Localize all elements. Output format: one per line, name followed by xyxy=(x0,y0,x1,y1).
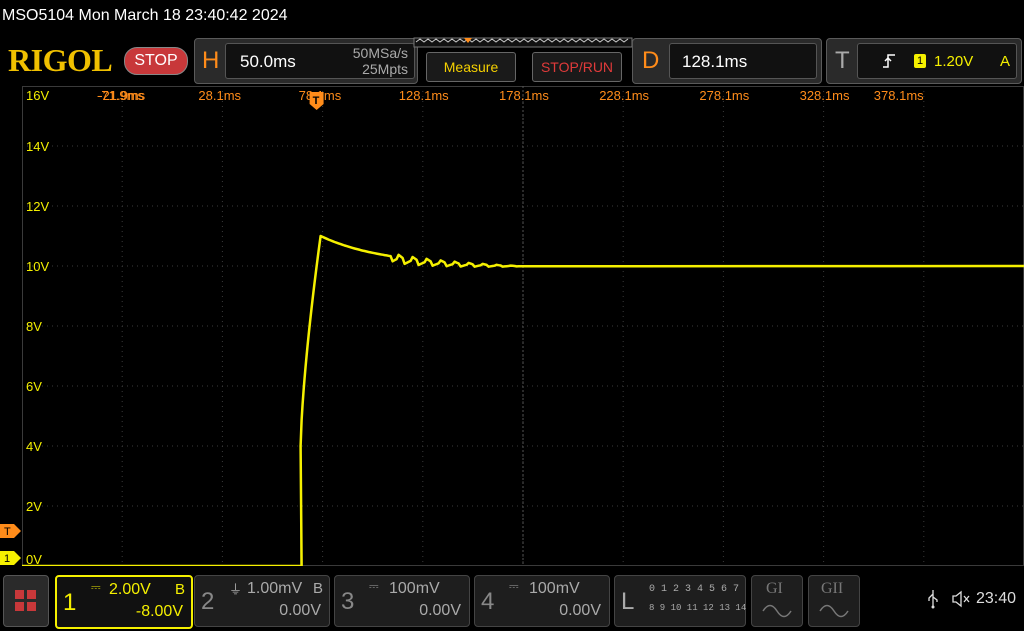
voltage-tick-label: 0V xyxy=(26,552,42,566)
voltage-tick-label: 2V xyxy=(26,499,42,514)
dc-coupling-icon: ⎓ xyxy=(509,579,519,593)
channel-3-number: 3 xyxy=(341,588,355,615)
stop-run-label: STOP/RUN xyxy=(540,59,614,75)
logic-bits-row-2: 8 9 10 11 12 13 14 15 xyxy=(649,603,763,613)
svg-text:T: T xyxy=(313,95,320,107)
generator-1-button[interactable]: GI xyxy=(751,575,803,627)
channel-3-offset: 0.00V xyxy=(419,602,461,619)
trigger-source-icon: 1 xyxy=(914,54,926,68)
channel-1-box[interactable]: 1 ⎓ 2.00V B -8.00V xyxy=(55,575,193,629)
channel-2-scale: 1.00mV xyxy=(247,580,303,597)
channel-3-scale: 100mV xyxy=(389,580,440,597)
clock-time: 23:40 xyxy=(976,590,1017,607)
time-tick-label: 178.1ms xyxy=(499,88,549,103)
time-tick-label: 278.1ms xyxy=(699,88,749,103)
channel-2-bandwidth: B xyxy=(312,580,323,597)
time-tick-label: 228.1ms xyxy=(599,88,649,103)
channel-4-box[interactable]: 4 ⎓ 100mV 0.00V xyxy=(474,575,610,627)
logic-analyzer-box[interactable]: L 0 1 2 3 4 5 6 7 8 9 10 11 12 13 14 15 xyxy=(614,575,762,627)
channel-1-scale: 2.00V xyxy=(109,581,151,598)
sine-wave-icon xyxy=(762,604,792,618)
voltage-tick-label: 4V xyxy=(26,439,42,454)
horizontal-letter: H xyxy=(202,47,220,74)
stop-run-button[interactable]: STOP/RUN xyxy=(532,52,622,82)
generator-2-button[interactable]: GII xyxy=(808,575,860,627)
timebase-value: 50.0ms xyxy=(240,52,296,71)
speaker-muted-icon[interactable] xyxy=(951,590,971,608)
waveform-graticule[interactable]: -71.9ms-21.9ms28.1ms78.1ms128.1ms178.1ms… xyxy=(22,86,1024,566)
delay-value: 128.1ms xyxy=(682,52,748,71)
trigger-level: 1.20V xyxy=(934,53,974,70)
channel-1-ground-marker[interactable]: 1 xyxy=(0,551,22,565)
voltage-tick-label: 14V xyxy=(26,139,49,154)
time-tick-label: 128.1ms xyxy=(399,88,449,103)
menu-button[interactable] xyxy=(3,575,49,627)
rigol-logo: RIGOL xyxy=(8,42,113,78)
channel-4-offset: 0.00V xyxy=(559,602,601,619)
dc-coupling-icon: ⎓ xyxy=(91,580,101,594)
dc-coupling-icon: ⎓ xyxy=(369,579,379,593)
channel-4-number: 4 xyxy=(481,588,495,615)
time-tick-label: 328.1ms xyxy=(800,88,850,103)
measure-button[interactable]: Measure xyxy=(426,52,516,82)
logic-letter: L xyxy=(621,588,635,615)
run-state-badge[interactable]: STOP xyxy=(124,47,188,75)
rising-edge-icon xyxy=(883,54,895,68)
channel-3-box[interactable]: 3 ⎓ 100mV 0.00V xyxy=(334,575,470,627)
voltage-tick-label: 16V xyxy=(26,88,49,103)
title-bar: MSO5104 Mon March 18 23:40:42 2024 xyxy=(0,0,1024,34)
trigger-position-marker: T xyxy=(309,92,324,110)
svg-text:T: T xyxy=(4,526,11,538)
gnd-coupling-icon: ⏚ xyxy=(229,582,243,597)
usb-icon[interactable] xyxy=(927,589,939,609)
trigger-letter: T xyxy=(835,47,850,74)
trigger-panel[interactable]: T 1 1.20V A xyxy=(826,38,1022,84)
channel-1-bandwidth: B xyxy=(174,581,185,598)
trigger-mode: A xyxy=(1000,53,1011,70)
channel-2-offset: 0.00V xyxy=(279,602,321,619)
time-tick-label: 378.1ms xyxy=(874,88,924,103)
voltage-tick-label: 8V xyxy=(26,319,42,334)
trigger-level-marker[interactable]: T xyxy=(0,524,22,538)
horizontal-panel[interactable]: H 50.0ms 50MSa/s 25Mpts xyxy=(194,38,418,84)
channel-2-box[interactable]: 2 ⏚ 1.00mV B 0.00V xyxy=(194,575,330,627)
memory-position-ruler xyxy=(413,37,633,48)
delay-letter: D xyxy=(642,47,660,74)
sine-wave-icon xyxy=(819,604,849,618)
channel-1-offset: -8.00V xyxy=(135,603,183,620)
generator-2-label: GII xyxy=(821,580,844,597)
voltage-tick-label: 10V xyxy=(26,259,49,274)
time-tick-label: -21.9ms xyxy=(98,88,145,103)
logic-bits-row-1: 0 1 2 3 4 5 6 7 xyxy=(649,584,740,595)
sample-rate: 50MSa/s xyxy=(352,45,408,61)
svg-text:1: 1 xyxy=(4,553,10,565)
title-text: MSO5104 Mon March 18 23:40:42 2024 xyxy=(2,7,288,24)
voltage-tick-label: 12V xyxy=(26,199,49,214)
channel-2-number: 2 xyxy=(201,588,215,615)
grid-menu-icon xyxy=(15,590,36,611)
delay-panel[interactable]: D 128.1ms xyxy=(632,38,822,84)
voltage-tick-label: 6V xyxy=(26,379,42,394)
time-tick-label: 28.1ms xyxy=(198,88,241,103)
channel-1-number: 1 xyxy=(63,589,77,616)
generator-1-label: GI xyxy=(766,580,783,597)
channel-4-scale: 100mV xyxy=(529,580,580,597)
memory-depth: 25Mpts xyxy=(362,61,408,77)
measure-label: Measure xyxy=(443,59,499,75)
